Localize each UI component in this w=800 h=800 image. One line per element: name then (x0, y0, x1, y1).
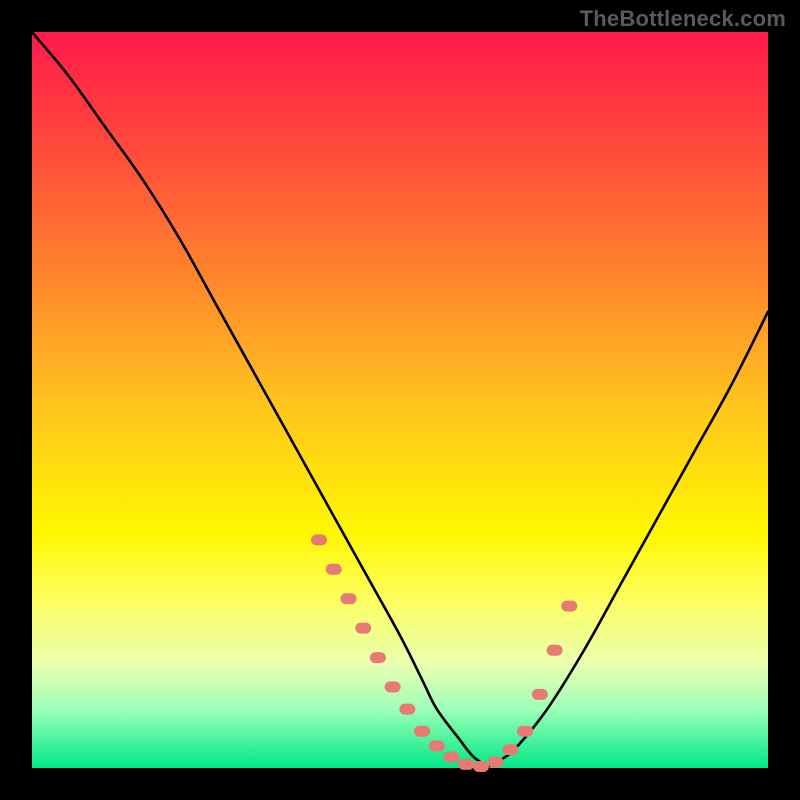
left-curve (32, 32, 488, 767)
highlight-dot (311, 534, 327, 545)
highlight-dot (502, 744, 518, 755)
highlight-dot (547, 645, 563, 656)
highlight-dot (370, 652, 386, 663)
highlight-dot (399, 704, 415, 715)
right-curve (488, 312, 768, 767)
highlight-dot (532, 689, 548, 700)
highlight-dot (458, 759, 474, 770)
highlight-dot (444, 751, 460, 762)
highlight-dot (488, 757, 504, 768)
highlight-dot (517, 726, 533, 737)
plot-area (32, 32, 768, 768)
watermark-text: TheBottleneck.com (580, 6, 786, 32)
highlight-dot (340, 593, 356, 604)
highlight-dot (385, 682, 401, 693)
highlight-dot (429, 740, 445, 751)
highlight-dot (561, 601, 577, 612)
highlight-dot (355, 623, 371, 634)
highlight-dots (311, 534, 577, 772)
highlight-dot (414, 726, 430, 737)
highlight-dot (473, 761, 489, 772)
bottleneck-curve (32, 32, 768, 768)
chart-canvas: TheBottleneck.com (0, 0, 800, 800)
highlight-dot (326, 564, 342, 575)
